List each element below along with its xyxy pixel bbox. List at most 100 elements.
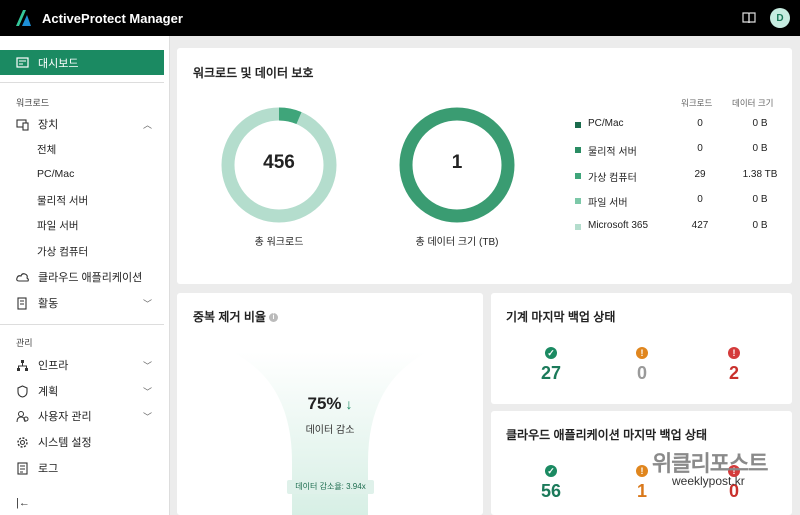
divider: [0, 82, 164, 83]
devices-icon: [16, 118, 29, 131]
sidebar-item-label: 인프라: [38, 360, 69, 372]
check-circle-icon: ✓: [545, 465, 557, 477]
col-header-workloads: 워크로드: [681, 98, 713, 108]
table-row: Microsoft 365 427 0 B: [575, 219, 775, 235]
machine-warn-stat[interactable]: ! 0: [622, 347, 662, 384]
machine-backup-title: 기계 마지막 백업 상태: [506, 310, 616, 324]
users-icon: [16, 410, 29, 422]
stat-value: 0: [636, 363, 647, 383]
top-bar: ActiveProtect Manager D: [0, 0, 800, 36]
sidebar-item-system-settings[interactable]: 시스템 설정: [0, 431, 164, 453]
data-size-caption: 총 데이터 크기 (TB): [415, 237, 499, 248]
arrow-down-icon: ↓: [345, 396, 353, 412]
log-icon: [17, 461, 28, 475]
error-circle-icon: !: [728, 347, 740, 359]
warning-circle-icon: !: [636, 347, 648, 359]
sidebar-item-label: 장치: [38, 119, 59, 131]
help-book-icon[interactable]: [742, 12, 756, 24]
sidebar: 대시보드 워크로드 장치 ︿ 전체 PC/Mac 물리적 서버 파일 서버 가상…: [0, 36, 170, 515]
row-workloads: 427: [691, 220, 709, 231]
dashboard-icon: [16, 57, 29, 68]
dedupe-ratio-badge: 데이터 감소율: 3.94x: [287, 480, 374, 494]
sidebar-subitem-file-server[interactable]: 파일 서버: [37, 215, 79, 235]
legend-swatch: [575, 122, 581, 128]
sidebar-item-activity[interactable]: 활동 ﹀: [0, 292, 164, 314]
activity-icon: [17, 296, 27, 310]
row-size: 0 B: [752, 118, 768, 129]
legend-swatch: [575, 173, 581, 179]
legend-swatch: [575, 147, 581, 153]
row-workloads: 0: [697, 194, 703, 205]
row-size: 0 B: [752, 220, 768, 231]
stat-value: 56: [540, 481, 562, 501]
row-name: Microsoft 365: [588, 220, 649, 231]
dedupe-percent: 75% ↓: [260, 394, 400, 414]
row-workloads: 0: [697, 118, 703, 129]
dedupe-percent-value: 75%: [307, 394, 342, 413]
chevron-down-icon: ﹀: [142, 411, 152, 422]
row-workloads: 0: [697, 143, 703, 154]
cloud-backup-title: 클라우드 애플리케이션 마지막 백업 상태: [506, 428, 708, 442]
dedupe-card-title: 중복 제거 비율 i: [193, 308, 278, 325]
section-label-workload: 워크로드: [16, 98, 50, 108]
shield-icon: [17, 384, 28, 398]
watermark-url: weeklypost.kr: [672, 474, 745, 488]
sidebar-item-devices[interactable]: 장치 ︿: [0, 113, 164, 135]
sidebar-item-label: 활동: [38, 298, 59, 310]
sidebar-item-label: 시스템 설정: [38, 437, 92, 449]
user-avatar[interactable]: D: [770, 8, 790, 28]
chevron-up-icon: ︿: [142, 119, 152, 130]
machine-ok-stat[interactable]: ✓ 27: [531, 347, 571, 384]
dedupe-caption: 데이터 감소: [305, 425, 355, 436]
section-label-manage: 관리: [16, 338, 33, 348]
row-name: PC/Mac: [588, 118, 624, 129]
sidebar-item-user-management[interactable]: 사용자 관리 ﹀: [0, 405, 164, 427]
sidebar-item-dashboard[interactable]: 대시보드: [0, 50, 164, 75]
stat-value: 1: [636, 481, 647, 501]
sidebar-subitem-all[interactable]: 전체: [37, 139, 56, 159]
chevron-down-icon: ﹀: [142, 360, 152, 371]
sidebar-subitem-physical-server[interactable]: 물리적 서버: [37, 190, 88, 210]
legend-swatch: [575, 224, 581, 230]
app-title: ActiveProtect Manager: [42, 10, 183, 26]
sidebar-item-logs[interactable]: 로그: [0, 457, 164, 479]
sidebar-item-cloud-apps[interactable]: 클라우드 애플리케이션: [0, 266, 164, 288]
row-size: 0 B: [752, 143, 768, 154]
check-circle-icon: ✓: [545, 347, 557, 359]
row-size: 1.38 TB: [742, 169, 778, 180]
row-name: 물리적 서버: [588, 147, 637, 158]
cloud-ok-stat[interactable]: ✓ 56: [531, 465, 571, 502]
workload-total: 456: [263, 152, 295, 173]
table-row: 물리적 서버 0 0 B: [575, 142, 775, 158]
sidebar-subitem-pcmac[interactable]: PC/Mac: [37, 164, 74, 184]
table-row: PC/Mac 0 0 B: [575, 117, 775, 133]
row-size: 0 B: [752, 194, 768, 205]
infra-icon: [17, 359, 28, 371]
sidebar-item-label: 사용자 관리: [38, 411, 92, 423]
sidebar-item-infra[interactable]: 인프라 ﹀: [0, 354, 164, 376]
sidebar-item-label: 대시보드: [38, 57, 79, 70]
col-header-size: 데이터 크기: [732, 98, 774, 108]
machine-err-stat[interactable]: ! 2: [714, 347, 754, 384]
sidebar-item-label: 계획: [38, 386, 59, 398]
workload-caption: 총 워크로드: [254, 237, 304, 248]
gear-icon: [17, 436, 28, 448]
table-row: 파일 서버 0 0 B: [575, 193, 775, 209]
app-logo-icon: [16, 10, 31, 26]
collapse-sidebar-button[interactable]: |←: [16, 497, 30, 509]
row-name: 파일 서버: [588, 198, 628, 209]
dedupe-title-text: 중복 제거 비율: [193, 310, 266, 324]
row-workloads: 29: [694, 169, 706, 180]
data-size-total: 1: [451, 152, 463, 173]
stat-value: 2: [728, 363, 739, 383]
sidebar-item-plans[interactable]: 계획 ﹀: [0, 380, 164, 402]
sidebar-item-label: 클라우드 애플리케이션: [38, 272, 143, 284]
stat-value: 27: [540, 363, 562, 383]
chevron-down-icon: ﹀: [142, 386, 152, 397]
chevron-down-icon: ﹀: [142, 298, 152, 309]
legend-swatch: [575, 198, 581, 204]
sidebar-subitem-virtual-machine[interactable]: 가상 컴퓨터: [37, 241, 88, 261]
sidebar-item-label: 로그: [38, 463, 59, 475]
info-icon[interactable]: i: [268, 313, 278, 323]
table-row: 가상 컴퓨터 29 1.38 TB: [575, 168, 777, 184]
